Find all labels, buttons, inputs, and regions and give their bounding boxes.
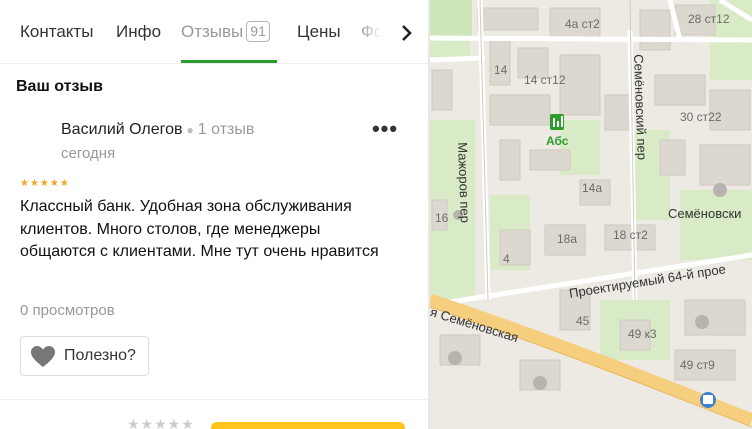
active-tab-indicator (181, 60, 277, 63)
building-label: 18 ст2 (613, 228, 648, 242)
building-label: 45 (576, 314, 590, 328)
tab-info[interactable]: Инфо (116, 22, 161, 42)
building-label: 49 ст9 (680, 358, 715, 372)
street-label: Мажоров пер (455, 142, 473, 224)
tab-prices[interactable]: Цены (297, 22, 341, 42)
building-label: 49 к3 (628, 327, 657, 341)
tab-reviews-label: Отзывы (181, 22, 244, 41)
building-label: 28 ст12 (688, 12, 730, 26)
tab-fade (340, 0, 400, 62)
rate-stars[interactable]: ★★★★★ (127, 416, 195, 429)
poi-label: Абс (546, 134, 569, 148)
building-label: 16 (435, 211, 449, 225)
review-author[interactable]: Василий Олегов ● 1 отзыв (61, 121, 254, 139)
review-rating-stars: ★★★★★ (20, 178, 70, 189)
building-label: 18а (557, 232, 578, 246)
reviews-count-badge: 91 (246, 21, 270, 42)
author-name: Василий Олегов (61, 121, 183, 138)
rate-button[interactable] (211, 422, 405, 429)
organization-panel: Контакты Инфо Отзывы91 Цены Фо Ваш отзыв… (0, 0, 430, 429)
author-review-count: 1 отзыв (197, 121, 255, 138)
building-label: Семёновски (668, 206, 742, 221)
building-label: 14 ст12 (524, 73, 566, 87)
section-divider (0, 399, 428, 400)
map[interactable]: 4а ст2 28 ст12 14 14 ст12 30 ст22 14а 16… (430, 0, 752, 429)
tab-contacts[interactable]: Контакты (20, 22, 93, 42)
more-dots-icon[interactable]: ••• (370, 118, 400, 144)
chevron-right-icon[interactable] (394, 16, 420, 50)
tab-reviews[interactable]: Отзывы 91 (181, 21, 270, 43)
building-label: 14 (494, 63, 508, 77)
building-label: 4 (503, 252, 510, 266)
tab-bar: Контакты Инфо Отзывы91 Цены Фо (0, 0, 428, 64)
heart-icon (31, 346, 55, 367)
useful-label: Полезно? (64, 347, 136, 364)
author-meta: ● 1 отзыв (186, 121, 255, 138)
review-views: 0 просмотров (20, 302, 115, 319)
building-label: 30 ст22 (680, 110, 722, 124)
useful-button[interactable]: Полезно? (20, 336, 149, 376)
review-date: сегодня (61, 145, 116, 162)
your-review-title: Ваш отзыв (16, 78, 103, 95)
bank-poi-icon (550, 114, 564, 130)
review-text: Классный банк. Удобная зона обслуживания… (20, 198, 379, 260)
building-label: 14а (582, 181, 603, 195)
building-label: 4а ст2 (565, 17, 600, 31)
